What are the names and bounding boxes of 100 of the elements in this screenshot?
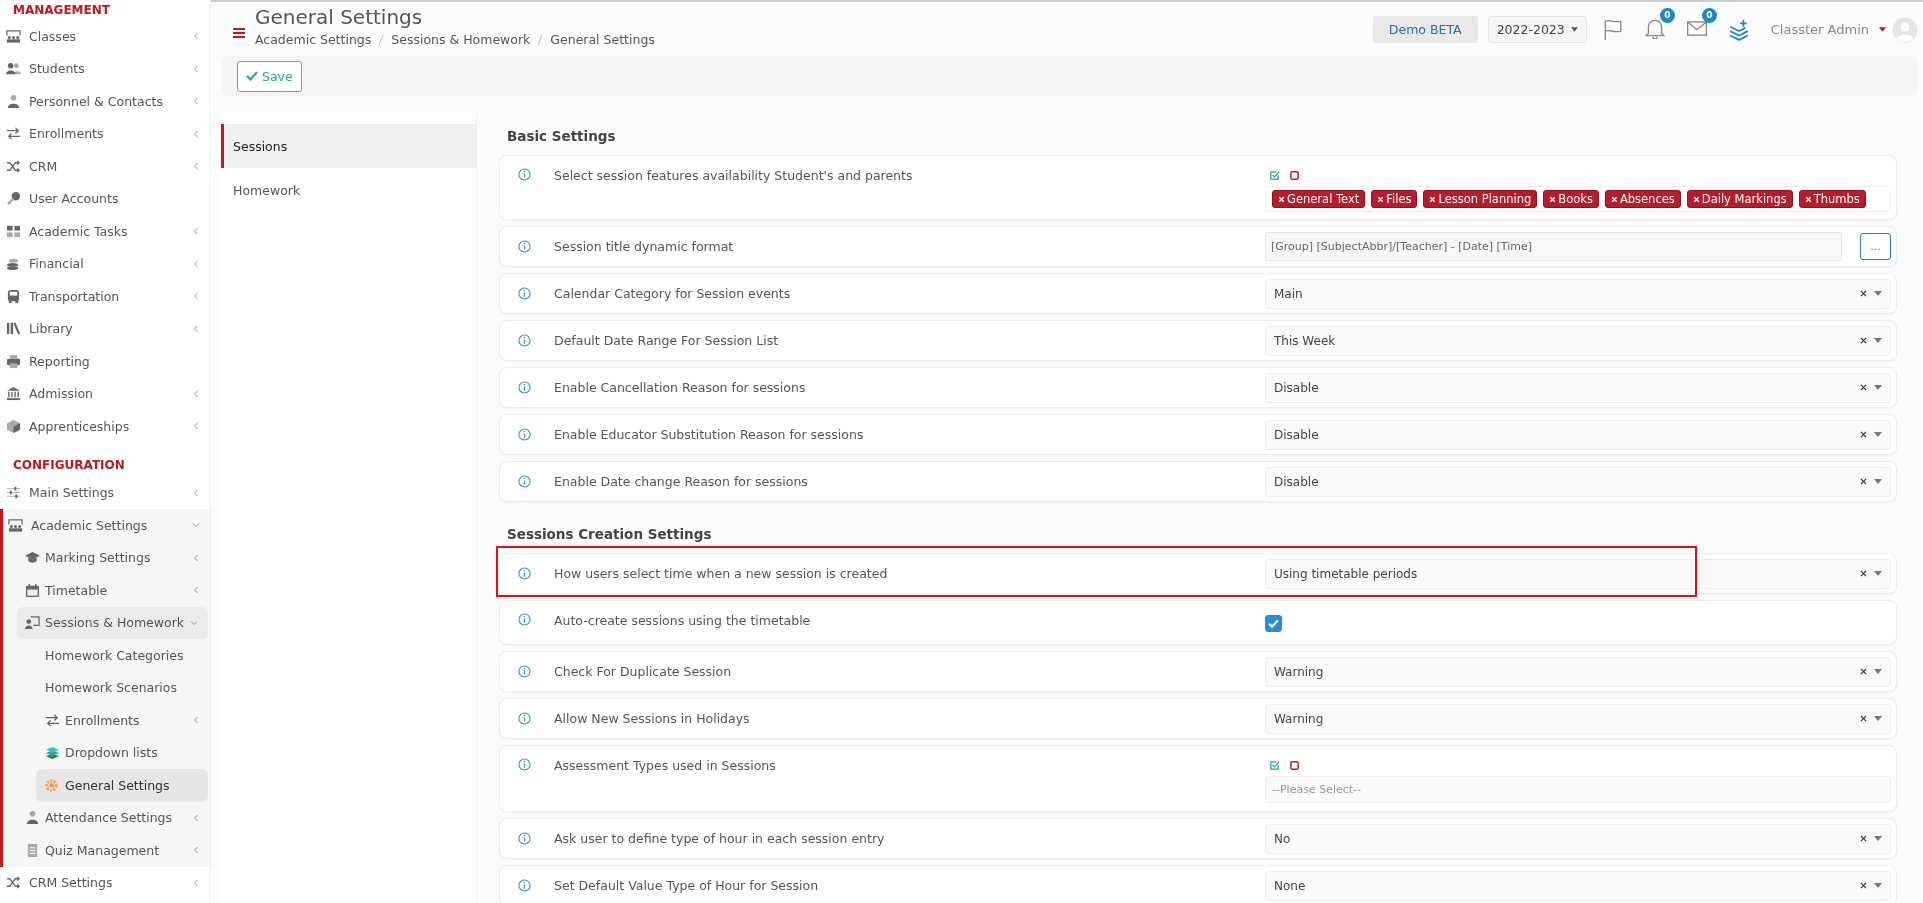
clear-icon[interactable]	[1860, 478, 1867, 485]
remove-icon[interactable]	[1429, 195, 1437, 203]
sidebar-item[interactable]: Homework Scenarios	[3, 671, 210, 704]
select-field[interactable]: Warning	[1265, 703, 1891, 734]
multiselect-field[interactable]: --Please Select--	[1265, 776, 1891, 803]
sidebar-item[interactable]: Personnel & Contacts	[0, 85, 210, 118]
sidebar-item[interactable]: Classes	[0, 20, 210, 53]
sidebar-item[interactable]: Admission	[0, 377, 210, 410]
clear-icon[interactable]	[1860, 668, 1867, 675]
tab[interactable]: Homework	[221, 168, 476, 212]
caret-icon[interactable]	[1874, 338, 1882, 343]
breadcrumb-link[interactable]: Sessions & Homework	[391, 32, 531, 47]
sidebar-item[interactable]: Enrollments	[3, 704, 210, 737]
clear-icon[interactable]	[1860, 835, 1867, 842]
caret-icon[interactable]	[1874, 571, 1882, 576]
sidebar-item[interactable]: Financial	[0, 247, 210, 280]
clear-icon[interactable]	[1860, 882, 1867, 889]
info-icon[interactable]	[518, 665, 531, 678]
sidebar-item[interactable]: Apprenticeships	[0, 410, 210, 443]
sidebar-item[interactable]: Main Settings	[0, 476, 210, 509]
tag-chip[interactable]: Daily Markings	[1686, 190, 1793, 208]
info-icon[interactable]	[518, 567, 531, 580]
info-icon[interactable]	[518, 613, 531, 626]
remove-icon[interactable]	[1549, 195, 1557, 203]
caret-icon[interactable]	[1874, 836, 1882, 841]
clear-icon[interactable]	[1860, 384, 1867, 391]
sidebar-item[interactable]: CRM Settings	[0, 866, 210, 899]
caret-icon[interactable]	[1874, 669, 1882, 674]
deselect-all-icon[interactable]	[1289, 170, 1300, 181]
sidebar-item[interactable]: Timetable	[3, 574, 210, 607]
input-field[interactable]: [Group] [SubjectAbbr]/[Teacher] - [Date] [Time]	[1265, 232, 1842, 261]
sidebar-item[interactable]: Sessions & Homework	[17, 606, 208, 639]
sidebar-item[interactable]: User Accounts	[0, 182, 210, 215]
sidebar-item[interactable]: Academic Tasks	[0, 215, 210, 248]
sidebar-item[interactable]: Homework Categories	[3, 639, 210, 672]
remove-icon[interactable]	[1377, 195, 1385, 203]
sidebar-item[interactable]: Students	[0, 52, 210, 85]
tag-chip[interactable]: Absences	[1604, 190, 1681, 208]
sidebar-item[interactable]: Library	[0, 312, 210, 345]
sidebar-item[interactable]: Marking Settings	[3, 541, 210, 574]
demo-button[interactable]: Demo BETA	[1372, 16, 1478, 43]
sidebar-item[interactable]: Attendance Settings	[3, 801, 210, 834]
caret-icon[interactable]	[1874, 432, 1882, 437]
breadcrumb-link[interactable]: Academic Settings	[255, 32, 372, 47]
user-name[interactable]: Classter Admin	[1770, 22, 1869, 37]
sidebar-item[interactable]: CRM	[0, 150, 210, 183]
sidebar-item[interactable]: Transportation	[0, 280, 210, 313]
sidebar-item[interactable]: Quiz Management	[3, 834, 210, 867]
tag-chip[interactable]: Lesson Planning	[1423, 190, 1538, 208]
info-icon[interactable]	[518, 475, 531, 488]
clear-icon[interactable]	[1860, 570, 1867, 577]
info-icon[interactable]	[518, 240, 531, 253]
select-field[interactable]: Warning	[1265, 656, 1891, 687]
checkbox[interactable]	[1265, 615, 1282, 632]
caret-icon[interactable]	[1874, 291, 1882, 296]
menu-icon[interactable]	[233, 28, 245, 38]
caret-icon[interactable]	[1879, 27, 1886, 32]
clear-icon[interactable]	[1860, 715, 1867, 722]
info-icon[interactable]	[518, 168, 531, 181]
info-icon[interactable]	[518, 334, 531, 347]
tag-chip[interactable]: Books	[1543, 190, 1599, 208]
layers-plus-icon[interactable]	[1727, 18, 1750, 41]
caret-icon[interactable]	[1874, 883, 1882, 888]
breadcrumb-link[interactable]: General Settings	[550, 32, 655, 47]
more-button[interactable]: ...	[1860, 233, 1891, 260]
remove-icon[interactable]	[1278, 195, 1285, 203]
info-icon[interactable]	[518, 428, 531, 441]
remove-icon[interactable]	[1692, 195, 1700, 203]
sidebar-item[interactable]: Academic Settings	[3, 509, 210, 542]
sidebar-item[interactable]: Enrollments	[0, 117, 210, 150]
remove-icon[interactable]	[1610, 195, 1618, 203]
info-icon[interactable]	[518, 758, 531, 771]
info-icon[interactable]	[518, 381, 531, 394]
sidebar-item[interactable]: General Settings	[36, 769, 208, 802]
select-field[interactable]: No	[1265, 823, 1891, 854]
deselect-all-icon[interactable]	[1289, 760, 1300, 771]
info-icon[interactable]	[518, 879, 531, 892]
caret-icon[interactable]	[1874, 385, 1882, 390]
clear-icon[interactable]	[1860, 337, 1867, 344]
sidebar-item[interactable]: Reporting	[0, 345, 210, 378]
tag-chip[interactable]: Files	[1371, 190, 1418, 208]
sidebar-item[interactable]: Dropdown lists	[3, 736, 210, 769]
caret-icon[interactable]	[1874, 479, 1882, 484]
info-icon[interactable]	[518, 832, 531, 845]
caret-icon[interactable]	[1874, 716, 1882, 721]
tag-chip[interactable]: Thumbs	[1798, 190, 1866, 208]
select-all-icon[interactable]	[1269, 760, 1280, 771]
info-icon[interactable]	[518, 712, 531, 725]
select-field[interactable]: Disable	[1265, 372, 1891, 403]
select-field[interactable]: Main	[1265, 278, 1891, 309]
year-select[interactable]: 2022-2023	[1487, 16, 1587, 43]
select-field[interactable]: This Week	[1265, 325, 1891, 356]
select-field[interactable]: None	[1265, 870, 1891, 901]
select-all-icon[interactable]	[1269, 170, 1280, 181]
tag-field[interactable]: General Text Files Lesson Planning Books Absences Daily Markings Thumbs	[1265, 186, 1891, 212]
select-field[interactable]: Disable	[1265, 466, 1891, 497]
info-icon[interactable]	[518, 287, 531, 300]
remove-icon[interactable]	[1804, 195, 1812, 203]
clear-icon[interactable]	[1860, 431, 1867, 438]
tab[interactable]: Sessions	[221, 124, 476, 168]
